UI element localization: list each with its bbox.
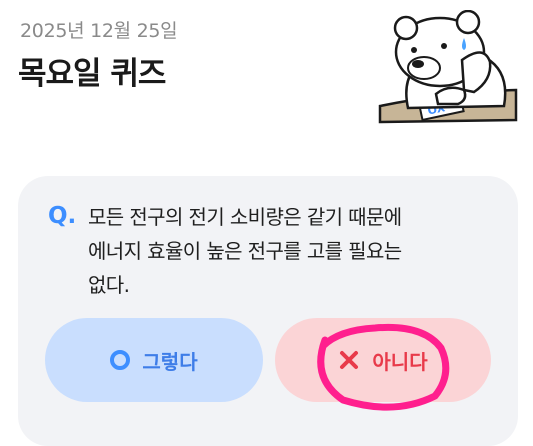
answer-no-label: 아니다 (372, 349, 428, 374)
answer-no-button[interactable]: 아니다 (275, 318, 491, 402)
question-label: Q. (48, 203, 77, 229)
polar-bear-icon: OX (378, 10, 518, 124)
answer-yes-label: 그렇다 (142, 349, 198, 374)
x-icon (340, 351, 359, 369)
circle-o-icon (110, 350, 131, 370)
question-text: 모든 전구의 전기 소비량은 같기 때문에 에너지 효율이 높은 전구를 고를 … (88, 205, 402, 297)
quiz-date: 2025년 12월 25일 (20, 20, 178, 42)
answer-yes-button[interactable]: 그렇다 (45, 318, 263, 402)
page-title: 목요일 퀴즈 (18, 56, 166, 92)
